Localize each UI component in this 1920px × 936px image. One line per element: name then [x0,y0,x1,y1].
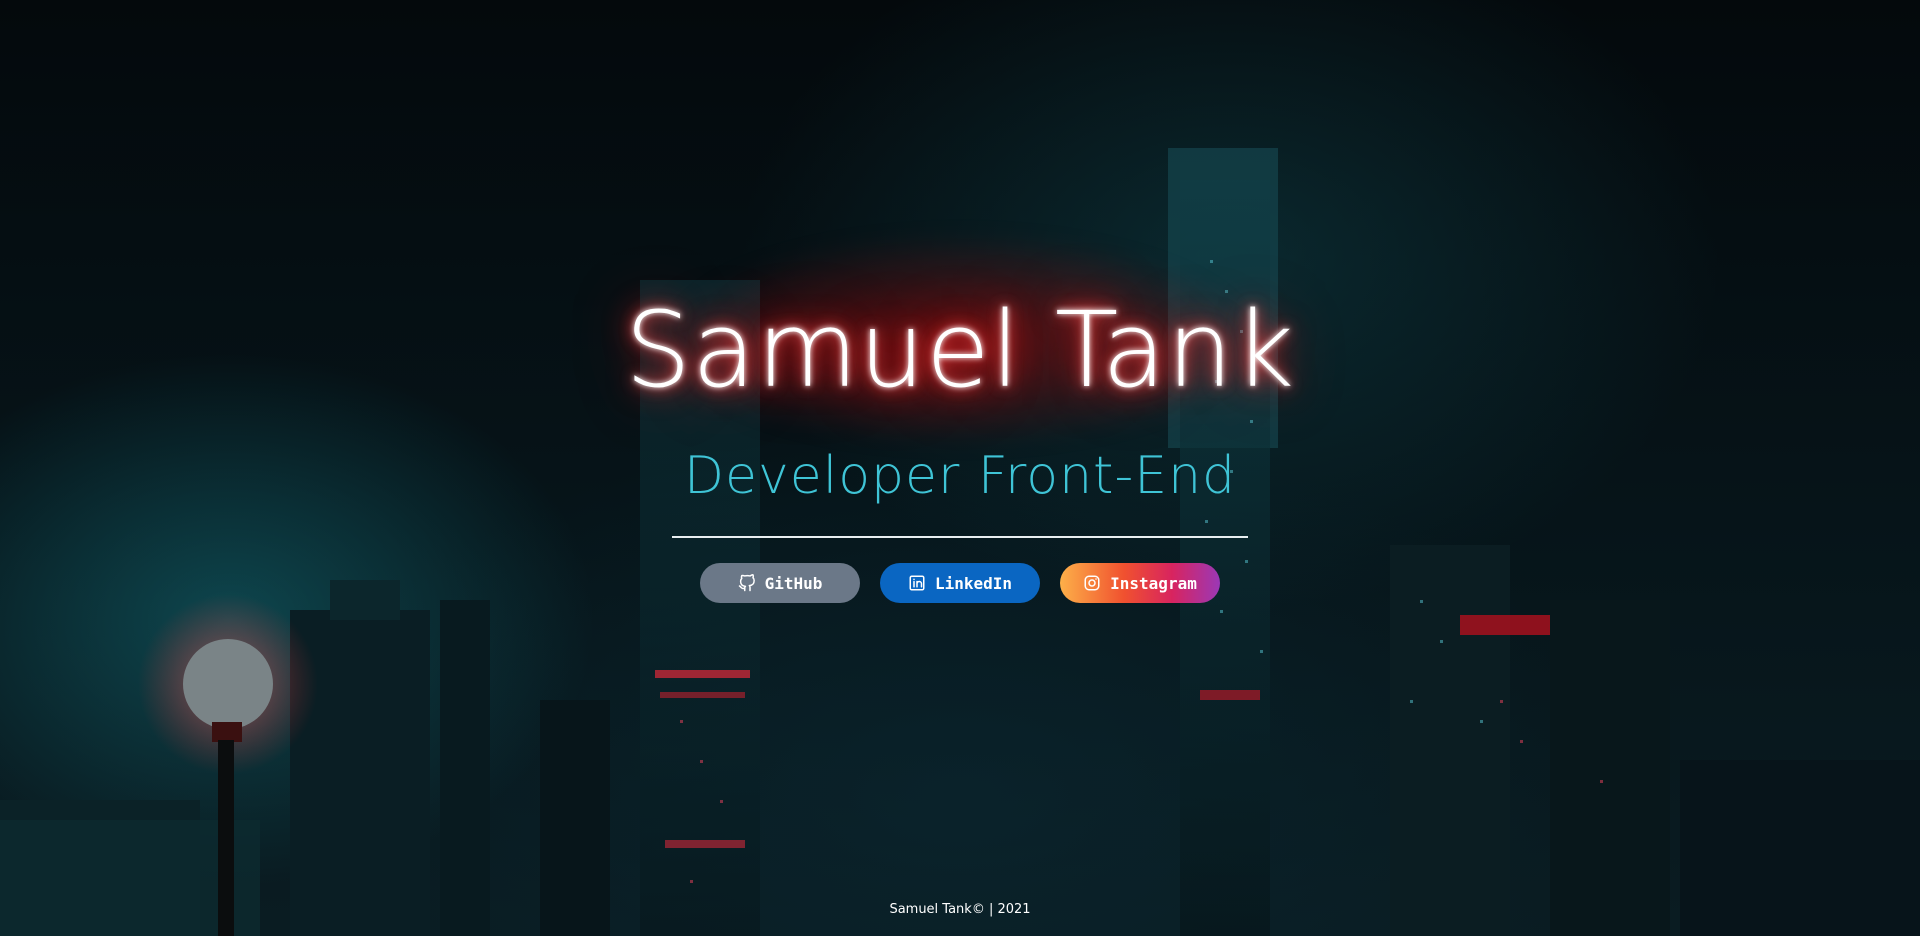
role-subtitle: Developer Front-End [683,446,1237,506]
instagram-label: Instagram [1110,573,1197,593]
page: Samuel Tank Developer Front-End GitHub L… [0,0,1920,936]
hero-section: Samuel Tank Developer Front-End GitHub L… [0,0,1920,936]
instagram-button[interactable]: Instagram [1060,563,1220,603]
page-title: Samuel Tank [624,289,1296,411]
github-icon [738,574,756,592]
linkedin-icon [908,574,926,592]
footer-copyright: Samuel Tank© | 2021 [889,902,1031,917]
github-label: GitHub [764,573,823,593]
instagram-icon [1083,574,1101,592]
linkedin-button[interactable]: LinkedIn [880,563,1040,603]
divider-line [672,536,1248,538]
linkedin-label: LinkedIn [934,573,1013,593]
github-button[interactable]: GitHub [700,563,860,603]
social-links: GitHub LinkedIn Instagram [0,563,1920,603]
